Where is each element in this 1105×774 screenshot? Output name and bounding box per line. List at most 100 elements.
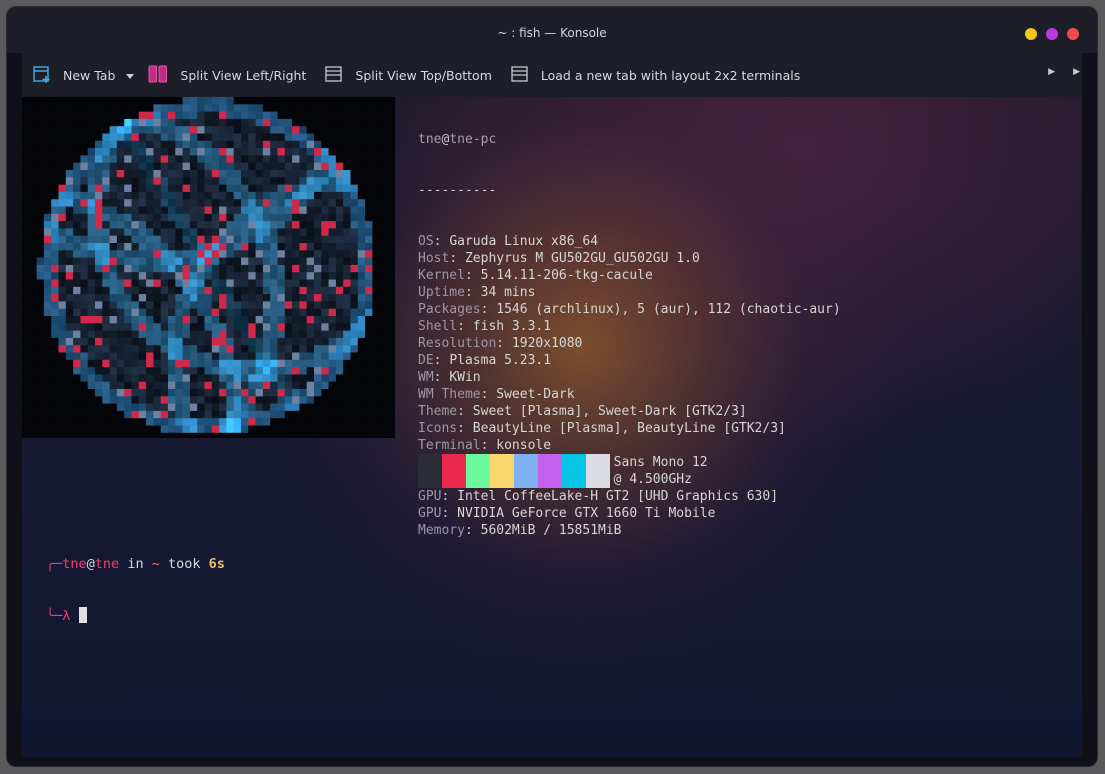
split-left-right-icon [147,64,169,87]
title-bar[interactable]: ~ : fish — Konsole [7,7,1097,53]
field-key: WM [418,370,434,385]
neofetch-fields: OS: Garuda Linux x86_64 Host: Zephyrus M … [418,233,841,539]
field-key: OS [418,234,434,249]
palette-swatch [538,454,562,488]
new-tab-label: New Tab [63,67,116,83]
layout-2x2-button[interactable]: Load a new tab with layout 2x2 terminals [510,60,800,90]
split-left-right-label: Split View Left/Right [180,67,307,83]
field-colon: : [449,251,465,266]
field-value: BeautyLine [Plasma], BeautyLine [GTK2/3] [472,421,786,436]
minimize-button[interactable] [1025,28,1037,40]
neofetch-info: tne@tne-pc ---------- OS: Garuda Linux x… [418,97,841,573]
field-colon: : [464,285,481,300]
neofetch-header: tne@tne-pc [418,132,497,147]
field-key: Memory [418,523,465,538]
field-key: WM Theme [418,387,481,402]
palette-swatch [490,454,514,488]
field-colon: : [457,421,473,436]
field-value: Garuda Linux x86_64 [449,234,599,249]
prompt-line-1: ╭─tne@tne in ~ took 6s [46,556,225,572]
field-key: GPU [418,489,442,504]
field-value: 34 mins [480,285,536,300]
toolbar-overflow: ▶ ▶ [1048,67,1080,77]
split-top-bottom-label: Split View Top/Bottom [355,67,492,83]
field-colon: : [433,353,450,368]
neofetch-field-row: Uptime: 34 mins [418,284,841,301]
neofetch-field-row: GPU: NVIDIA GeForce GTX 1660 Ti Mobile [418,505,841,522]
maximize-button[interactable] [1046,28,1058,40]
field-colon: : [464,523,481,538]
new-tab-icon [32,64,52,87]
palette-swatch [514,454,538,488]
palette-swatch [466,454,490,488]
field-value: Sweet-Dark [496,387,575,402]
shell-prompt[interactable]: ╭─tne@tne in ~ took 6s ╰─λ [46,522,225,659]
palette-swatch [586,454,610,488]
neofetch-field-row: Memory: 5602MiB / 15851MiB [418,522,841,539]
field-colon: : [480,438,497,453]
close-button[interactable] [1067,28,1079,40]
field-key: Packages [418,302,481,317]
palette-swatch [562,454,586,488]
field-key: Theme [418,404,458,419]
neofetch-logo-image [22,97,395,438]
field-value: Plasma 5.23.1 [449,353,552,368]
layout-2x2-label: Load a new tab with layout 2x2 terminals [540,67,801,83]
dropdown-arrow-icon [125,68,135,83]
field-colon: : [433,370,450,385]
field-colon: : [480,302,497,317]
field-value: 1546 (archlinux), 5 (aur), 112 (chaotic-… [496,302,841,317]
toolbar: New Tab Split View Left/Right Split View… [22,53,1082,97]
neofetch-field-row: Host: Zephyrus M GU502GU_GU502GU 1.0 [418,250,841,267]
new-tab-menu-button[interactable] [125,60,135,90]
pixelated-logo-icon [22,97,395,438]
field-value: Intel CoffeeLake-H GT2 [UHD Graphics 630… [457,489,779,504]
field-key: Kernel [418,268,465,283]
new-tab-button[interactable]: New Tab [32,60,115,90]
toolbar-more-left-icon[interactable]: ▶ [1048,67,1055,77]
field-value: 5.14.11-206-tkg-cacule [480,268,653,283]
toolbar-more-right-icon[interactable]: ▶ [1073,67,1080,77]
field-key: DE [418,353,434,368]
color-palette [418,454,610,488]
neofetch-field-row: Packages: 1546 (archlinux), 5 (aur), 112… [418,301,841,318]
field-key: Shell [418,319,458,334]
field-key: Uptime [418,285,465,300]
field-colon: : [480,387,497,402]
field-value: 1920x1080 [511,336,583,351]
field-key: Terminal [418,438,481,453]
neofetch-field-row: Kernel: 5.14.11-206-tkg-cacule [418,267,841,284]
field-value: konsole [496,438,552,453]
neofetch-field-row: Resolution: 1920x1080 [418,335,841,352]
neofetch-field-row: Theme: Sweet [Plasma], Sweet-Dark [GTK2/… [418,403,841,420]
palette-swatch [418,454,442,488]
field-key: Icons [418,421,458,436]
split-top-bottom-button[interactable]: Split View Top/Bottom [324,60,492,90]
neofetch-field-row: Icons: BeautyLine [Plasma], BeautyLine [… [418,420,841,437]
field-value: 5602MiB / 15851MiB [480,523,622,538]
konsole-window: ~ : fish — Konsole New Tab Split View Le… [7,7,1097,766]
field-value: NVIDIA GeForce GTX 1660 Ti Mobile [457,506,716,521]
field-key: Resolution [418,336,497,351]
field-colon: : [464,268,481,283]
neofetch-field-row: Terminal: konsole [418,437,841,454]
layout-grid-icon [510,64,530,87]
text-cursor [78,607,87,623]
neofetch-field-row: WM Theme: Sweet-Dark [418,386,841,403]
neofetch-field-row: DE: Plasma 5.23.1 [418,352,841,369]
field-colon: : [496,336,512,351]
palette-swatch [442,454,466,488]
neofetch-field-row: GPU: Intel CoffeeLake-H GT2 [UHD Graphic… [418,488,841,505]
field-colon: : [441,506,458,521]
window-title: ~ : fish — Konsole [497,26,607,40]
field-key: GPU [418,506,442,521]
field-colon: : [433,234,450,249]
split-left-right-button[interactable]: Split View Left/Right [147,60,306,90]
terminal-view[interactable]: tne@tne-pc ---------- OS: Garuda Linux x… [22,97,1082,757]
split-top-bottom-icon [324,64,344,87]
field-value: Sweet [Plasma], Sweet-Dark [GTK2/3] [472,404,747,419]
neofetch-field-row: OS: Garuda Linux x86_64 [418,233,841,250]
neofetch-field-row: WM: KWin [418,369,841,386]
field-value: fish 3.3.1 [472,319,552,334]
field-colon: : [457,319,473,334]
